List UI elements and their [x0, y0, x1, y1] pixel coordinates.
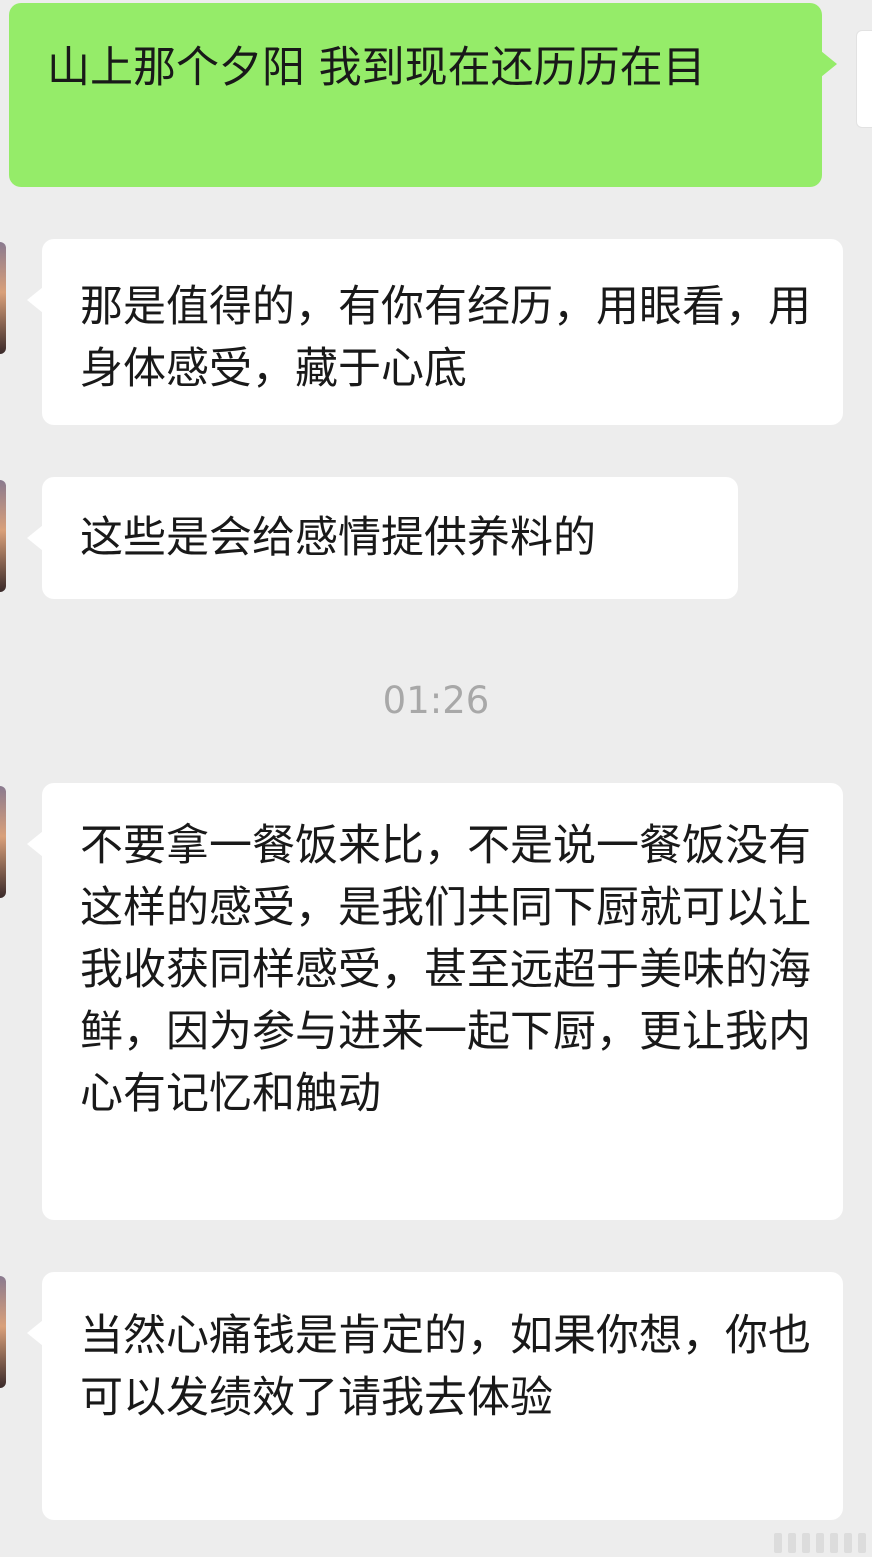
message-bubble-received[interactable]: 那是值得的，有你有经历，用眼看，用身体感受，藏于心底: [27, 239, 843, 425]
contact-avatar[interactable]: [0, 786, 6, 898]
contact-avatar[interactable]: [0, 242, 6, 354]
watermark-icon: [774, 1533, 866, 1553]
bubble-tail: [27, 287, 43, 313]
chat-timestamp: 01:26: [382, 679, 490, 722]
message-text: 不要拿一餐饭来比，不是说一餐饭没有这样的感受，是我们共同下厨就可以让我收获同样感…: [80, 821, 811, 1119]
message-bubble-received[interactable]: 这些是会给感情提供养料的: [27, 477, 738, 599]
my-avatar[interactable]: [856, 30, 872, 128]
message-bubble-received[interactable]: 当然心痛钱是肯定的，如果你想，你也可以发绩效了请我去体验: [27, 1272, 843, 1520]
message-bubble-sent[interactable]: 山上那个夕阳 我到现在还历历在目: [9, 3, 837, 187]
bubble-tail: [27, 525, 43, 551]
message-text: 那是值得的，有你有经历，用眼看，用身体感受，藏于心底: [80, 282, 811, 394]
bubble-tail: [27, 831, 43, 857]
bubble-tail: [821, 51, 837, 77]
contact-avatar[interactable]: [0, 480, 6, 592]
message-text: 当然心痛钱是肯定的，如果你想，你也可以发绩效了请我去体验: [80, 1311, 811, 1423]
message-text: 这些是会给感情提供养料的: [80, 513, 596, 563]
message-bubble-received[interactable]: 不要拿一餐饭来比，不是说一餐饭没有这样的感受，是我们共同下厨就可以让我收获同样感…: [27, 783, 843, 1220]
contact-avatar[interactable]: [0, 1276, 6, 1388]
bubble-tail: [27, 1320, 43, 1346]
message-text: 山上那个夕阳 我到现在还历历在目: [47, 43, 706, 93]
